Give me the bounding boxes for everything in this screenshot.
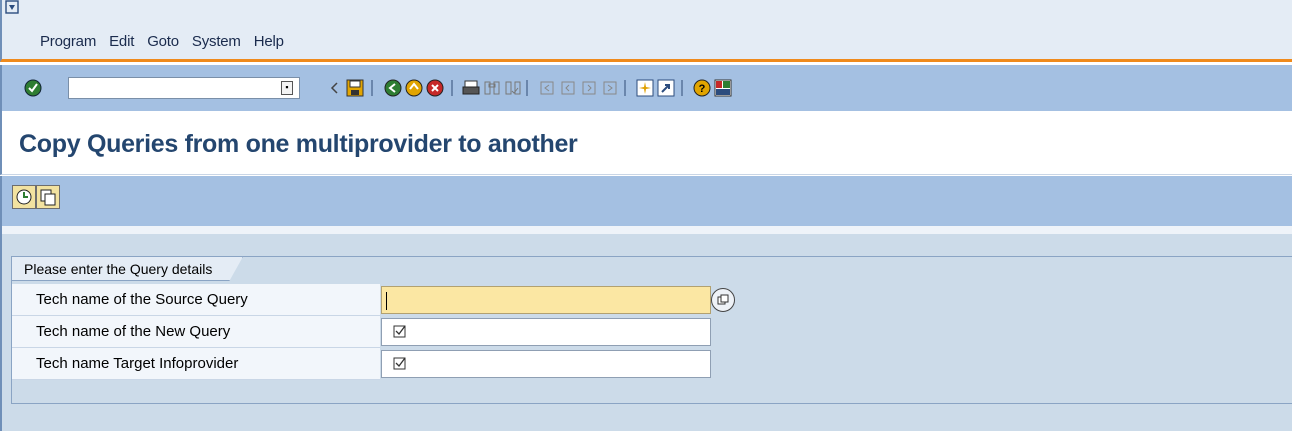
query-details-group: Please enter the Query details Tech name… bbox=[11, 256, 1292, 404]
save-icon[interactable] bbox=[345, 78, 365, 98]
create-session-icon[interactable] bbox=[635, 78, 655, 98]
required-field-icon bbox=[393, 325, 406, 338]
title-bar: Copy Queries from one multiprovider to a… bbox=[0, 111, 1292, 175]
required-field-icon bbox=[393, 357, 406, 370]
copy-icon[interactable] bbox=[36, 185, 60, 209]
separator-strip bbox=[0, 226, 1292, 234]
find-next-icon[interactable] bbox=[503, 78, 523, 98]
system-menu-icon[interactable] bbox=[5, 0, 19, 14]
application-toolbar bbox=[0, 176, 1292, 226]
find-icon[interactable] bbox=[482, 78, 502, 98]
menu-help[interactable]: Help bbox=[254, 33, 284, 50]
exit-icon[interactable] bbox=[404, 78, 424, 98]
menu-program[interactable]: Program bbox=[40, 33, 96, 50]
form-row: Tech name of the New Query bbox=[12, 316, 722, 348]
previous-page-icon[interactable] bbox=[558, 78, 578, 98]
text-cursor bbox=[386, 292, 387, 310]
customize-layout-icon[interactable] bbox=[713, 78, 733, 98]
first-page-icon[interactable] bbox=[537, 78, 557, 98]
menu-edit[interactable]: Edit bbox=[109, 33, 134, 50]
next-page-icon[interactable] bbox=[579, 78, 599, 98]
menu-system[interactable]: System bbox=[192, 33, 241, 50]
shortcut-icon[interactable] bbox=[656, 78, 676, 98]
menu-goto[interactable]: Goto bbox=[147, 33, 179, 50]
command-field[interactable] bbox=[68, 77, 300, 99]
source-query-input[interactable] bbox=[381, 286, 711, 314]
page-title: Copy Queries from one multiprovider to a… bbox=[19, 130, 578, 158]
field-label: Tech name Target Infoprovider bbox=[12, 348, 380, 380]
value-help-icon[interactable] bbox=[711, 288, 735, 312]
selection-screen: Please enter the Query details Tech name… bbox=[0, 234, 1292, 431]
help-icon[interactable]: ? bbox=[692, 78, 712, 98]
command-history-icon[interactable]: ▪ bbox=[281, 81, 293, 95]
last-page-icon[interactable] bbox=[600, 78, 620, 98]
main-menu: Program Edit Goto System Help bbox=[40, 33, 284, 50]
svg-text:?: ? bbox=[699, 83, 706, 95]
form-row: Tech name of the Source Query bbox=[12, 284, 735, 316]
field-label: Tech name of the Source Query bbox=[12, 284, 380, 316]
group-title: Please enter the Query details bbox=[11, 256, 243, 281]
new-query-input[interactable] bbox=[381, 318, 711, 346]
target-infoprovider-input[interactable] bbox=[381, 350, 711, 378]
cancel-icon[interactable] bbox=[425, 78, 445, 98]
back-icon[interactable] bbox=[383, 78, 403, 98]
print-icon[interactable] bbox=[461, 78, 481, 98]
standard-toolbar: ▪ ? bbox=[0, 65, 1292, 111]
enter-icon[interactable] bbox=[23, 78, 43, 98]
form-row: Tech name Target Infoprovider bbox=[12, 348, 722, 380]
back-arrow-icon[interactable] bbox=[324, 78, 344, 98]
field-label: Tech name of the New Query bbox=[12, 316, 380, 348]
execute-icon[interactable] bbox=[12, 185, 36, 209]
menu-bar: Program Edit Goto System Help bbox=[0, 0, 1292, 62]
